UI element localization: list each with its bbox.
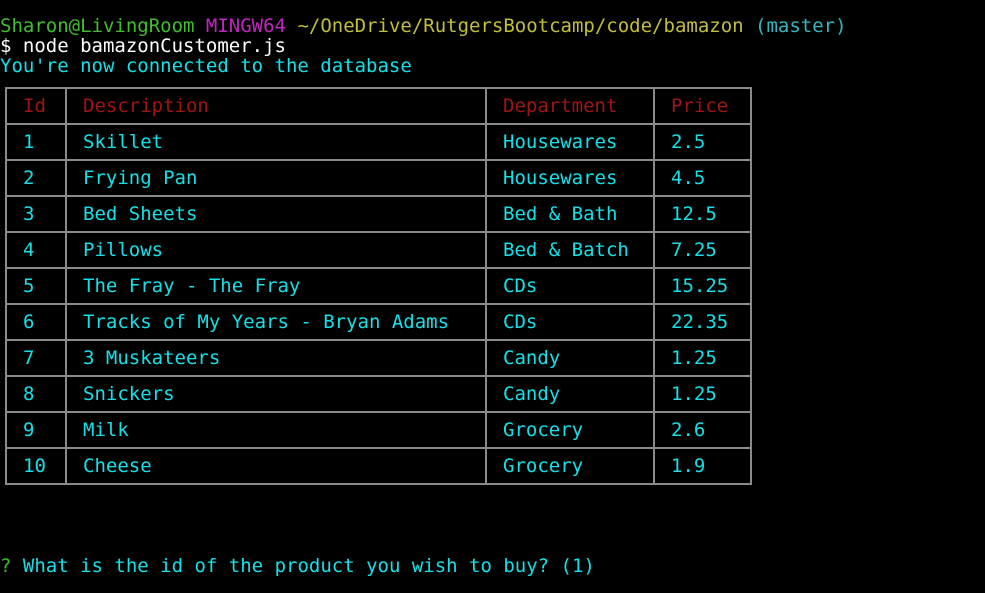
cell-description: Bed Sheets [65,195,487,233]
column-header: Department [485,87,655,125]
table-row: 2 Frying Pan Housewares 4.5 [5,159,752,197]
cell-description: Frying Pan [65,159,487,197]
cell-price: 22.35 [653,303,752,341]
table-row: 4 Pillows Bed & Batch 7.25 [5,231,752,269]
cell-description: The Fray - The Fray [65,267,487,305]
cell-id: 8 [5,375,67,413]
cell-department: Housewares [485,123,655,161]
cell-id: 7 [5,339,67,377]
cell-description: Skillet [65,123,487,161]
table-row: 5 The Fray - The Fray CDs 15.25 [5,267,752,305]
cell-id: 1 [5,123,67,161]
prompt-path: ~/OneDrive/RutgersBootcamp/code/bamazon [297,15,744,37]
cell-id: 4 [5,231,67,269]
cell-description: Pillows [65,231,487,269]
cell-department: Housewares [485,159,655,197]
table-row: 3 Bed Sheets Bed & Bath 12.5 [5,195,752,233]
prompt-branch: (master) [755,15,847,37]
prompt-user-host: Sharon@LivingRoom [0,15,195,37]
column-header: Description [65,87,487,125]
inquirer-question[interactable]: ? What is the id of the product you wish… [0,556,595,576]
cell-department: Grocery [485,447,655,485]
cell-description: 3 Muskateers [65,339,487,377]
table-row: 6 Tracks of My Years - Bryan Adams CDs 2… [5,303,752,341]
cell-id: 10 [5,447,67,485]
cell-department: Candy [485,375,655,413]
shell-prompt: Sharon@LivingRoom MINGW64 ~/OneDrive/Rut… [0,16,847,36]
products-table: Id Description Department Price 1 Skille… [5,87,752,485]
cell-price: 4.5 [653,159,752,197]
cell-department: Candy [485,339,655,377]
column-header: Id [5,87,67,125]
cell-id: 6 [5,303,67,341]
cell-id: 2 [5,159,67,197]
cell-description: Snickers [65,375,487,413]
table-row: 10 Cheese Grocery 1.9 [5,447,752,485]
cell-department: Bed & Batch [485,231,655,269]
cell-price: 1.25 [653,375,752,413]
cell-id: 5 [5,267,67,305]
table-row: 1 Skillet Housewares 2.5 [5,123,752,161]
column-header: Price [653,87,752,125]
table-row: 8 Snickers Candy 1.25 [5,375,752,413]
cell-price: 1.9 [653,447,752,485]
command-line: $ node bamazonCustomer.js [0,35,286,57]
table-row: 9 Milk Grocery 2.6 [5,411,752,449]
cell-price: 12.5 [653,195,752,233]
cell-price: 2.6 [653,411,752,449]
terminal-window[interactable]: Sharon@LivingRoom MINGW64 ~/OneDrive/Rut… [0,16,985,593]
cell-description: Milk [65,411,487,449]
cell-department: CDs [485,303,655,341]
cell-price: 15.25 [653,267,752,305]
cell-id: 9 [5,411,67,449]
cell-department: Grocery [485,411,655,449]
cell-description: Cheese [65,447,487,485]
cell-department: CDs [485,267,655,305]
cell-description: Tracks of My Years - Bryan Adams [65,303,487,341]
question-text: What is the id of the product you wish t… [22,555,595,577]
prompt-system: MINGW64 [205,15,286,37]
cell-id: 3 [5,195,67,233]
cell-price: 7.25 [653,231,752,269]
cell-price: 1.25 [653,339,752,377]
status-message: You're now connected to the database [0,55,412,77]
table-row: 7 3 Muskateers Candy 1.25 [5,339,752,377]
table-header-row: Id Description Department Price [5,87,752,125]
cell-price: 2.5 [653,123,752,161]
question-marker-icon: ? [0,555,12,577]
cell-department: Bed & Bath [485,195,655,233]
